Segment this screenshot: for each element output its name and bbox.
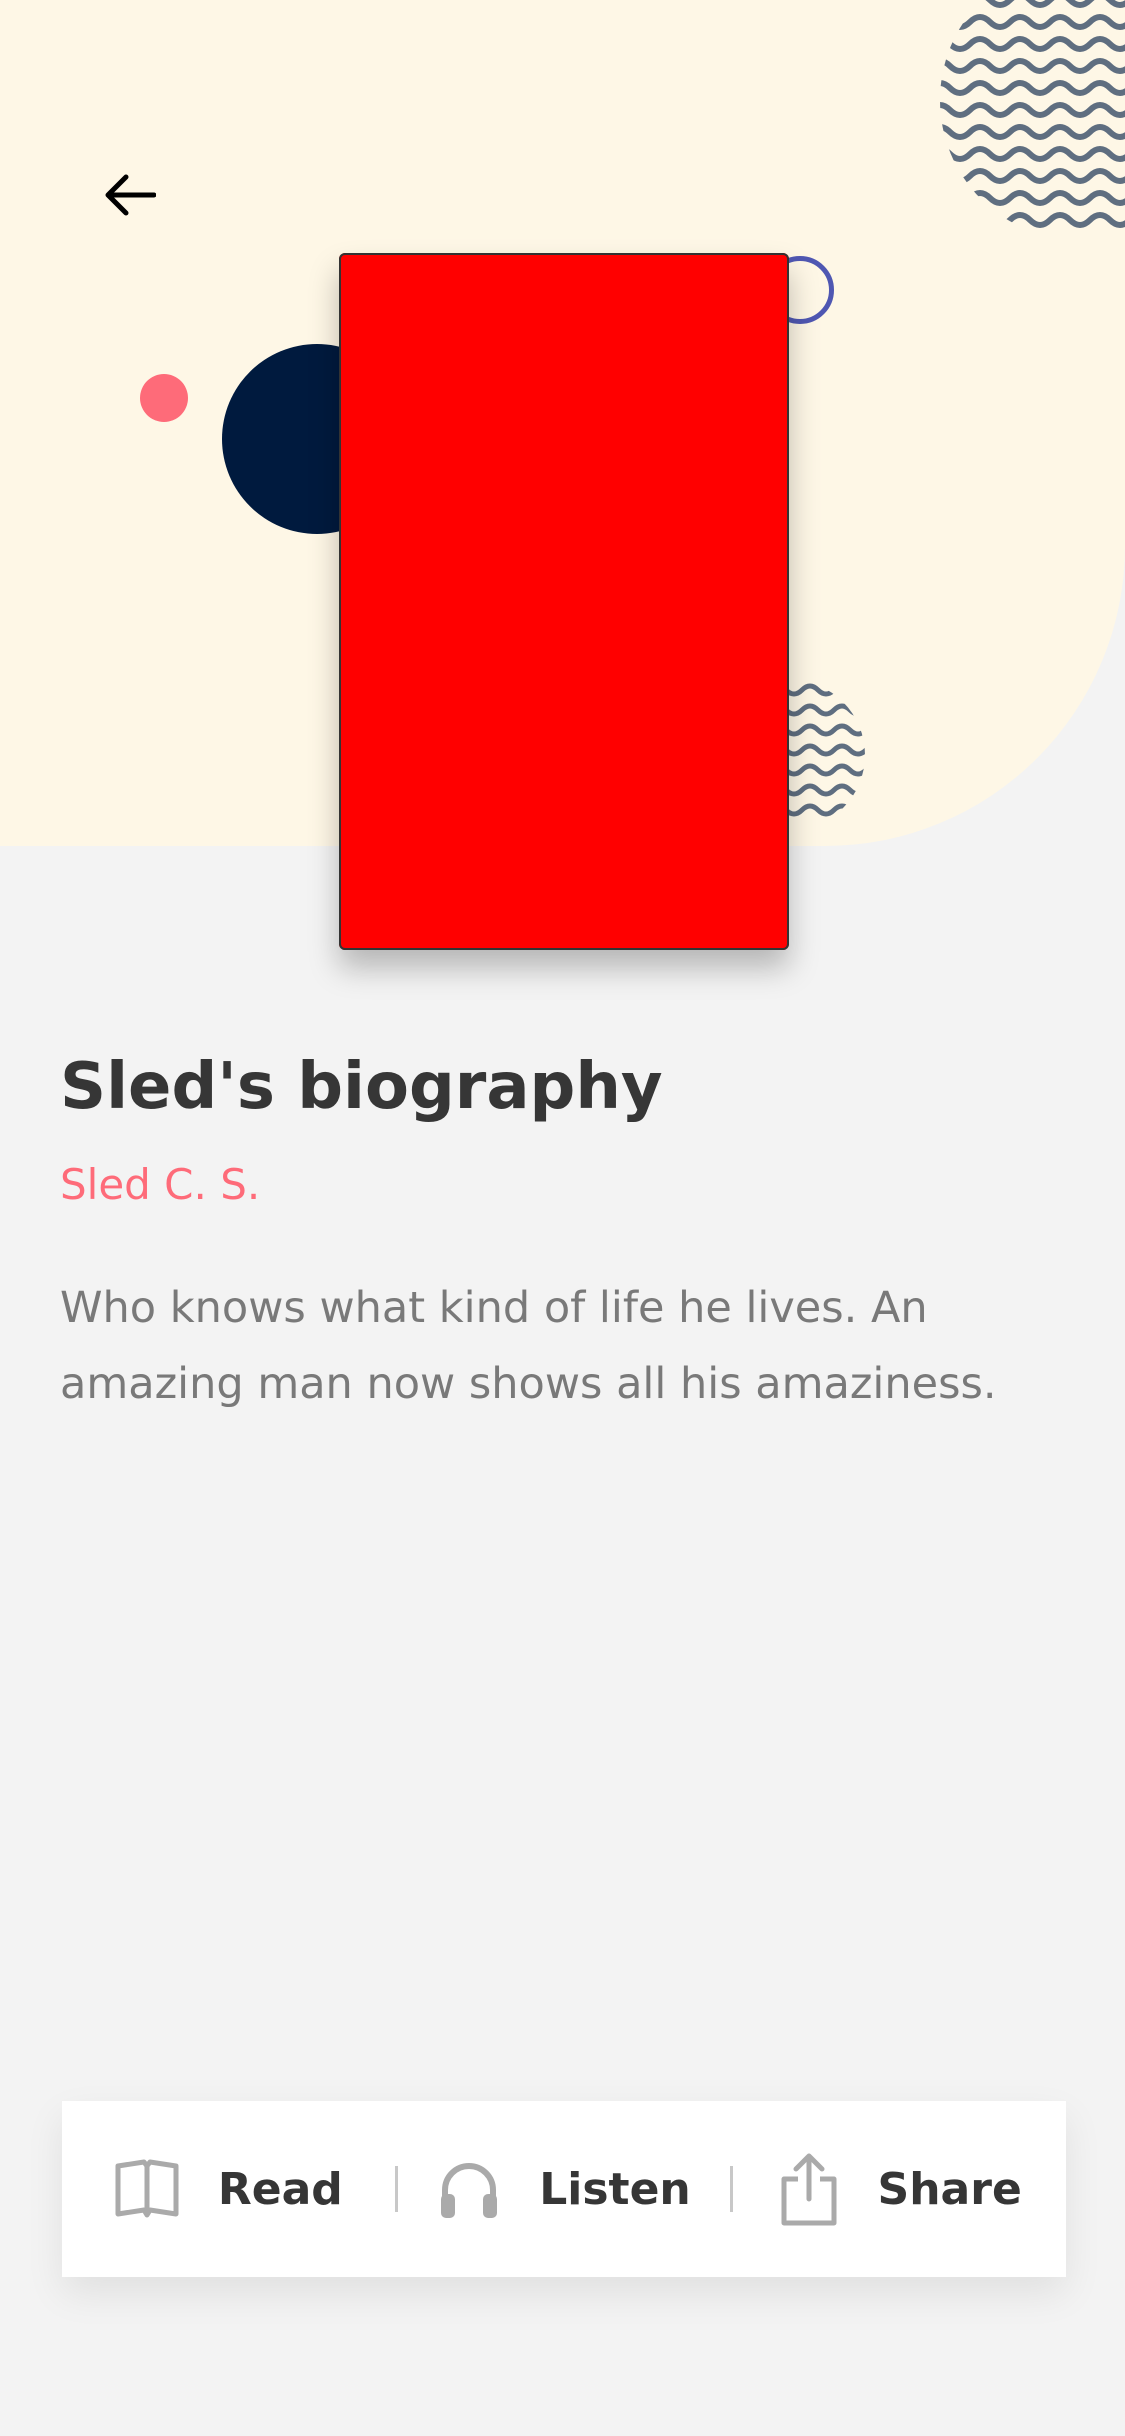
headphones-icon: [441, 2163, 498, 2218]
book-title: Sled's biography: [60, 1050, 663, 1124]
listen-button[interactable]: Listen: [398, 2101, 731, 2277]
listen-label: Listen: [539, 2163, 691, 2215]
book-cover[interactable]: [339, 253, 789, 950]
book-icon: [115, 2159, 179, 2218]
action-bar: Read Listen Share: [62, 2101, 1066, 2277]
share-button[interactable]: Share: [733, 2101, 1066, 2277]
read-label: Read: [217, 2163, 343, 2215]
book-description: Who knows what kind of life he lives. An…: [60, 1283, 997, 1409]
read-button[interactable]: Read: [62, 2101, 395, 2277]
share-label: Share: [877, 2163, 1022, 2215]
wave-pattern-icon: [940, 0, 1125, 228]
arrow-left-icon: [105, 174, 156, 216]
book-author[interactable]: Sled C. S.: [60, 1160, 260, 1209]
share-icon: [781, 2153, 837, 2226]
decorative-pink-dot: [140, 374, 188, 422]
back-button[interactable]: [90, 160, 170, 230]
